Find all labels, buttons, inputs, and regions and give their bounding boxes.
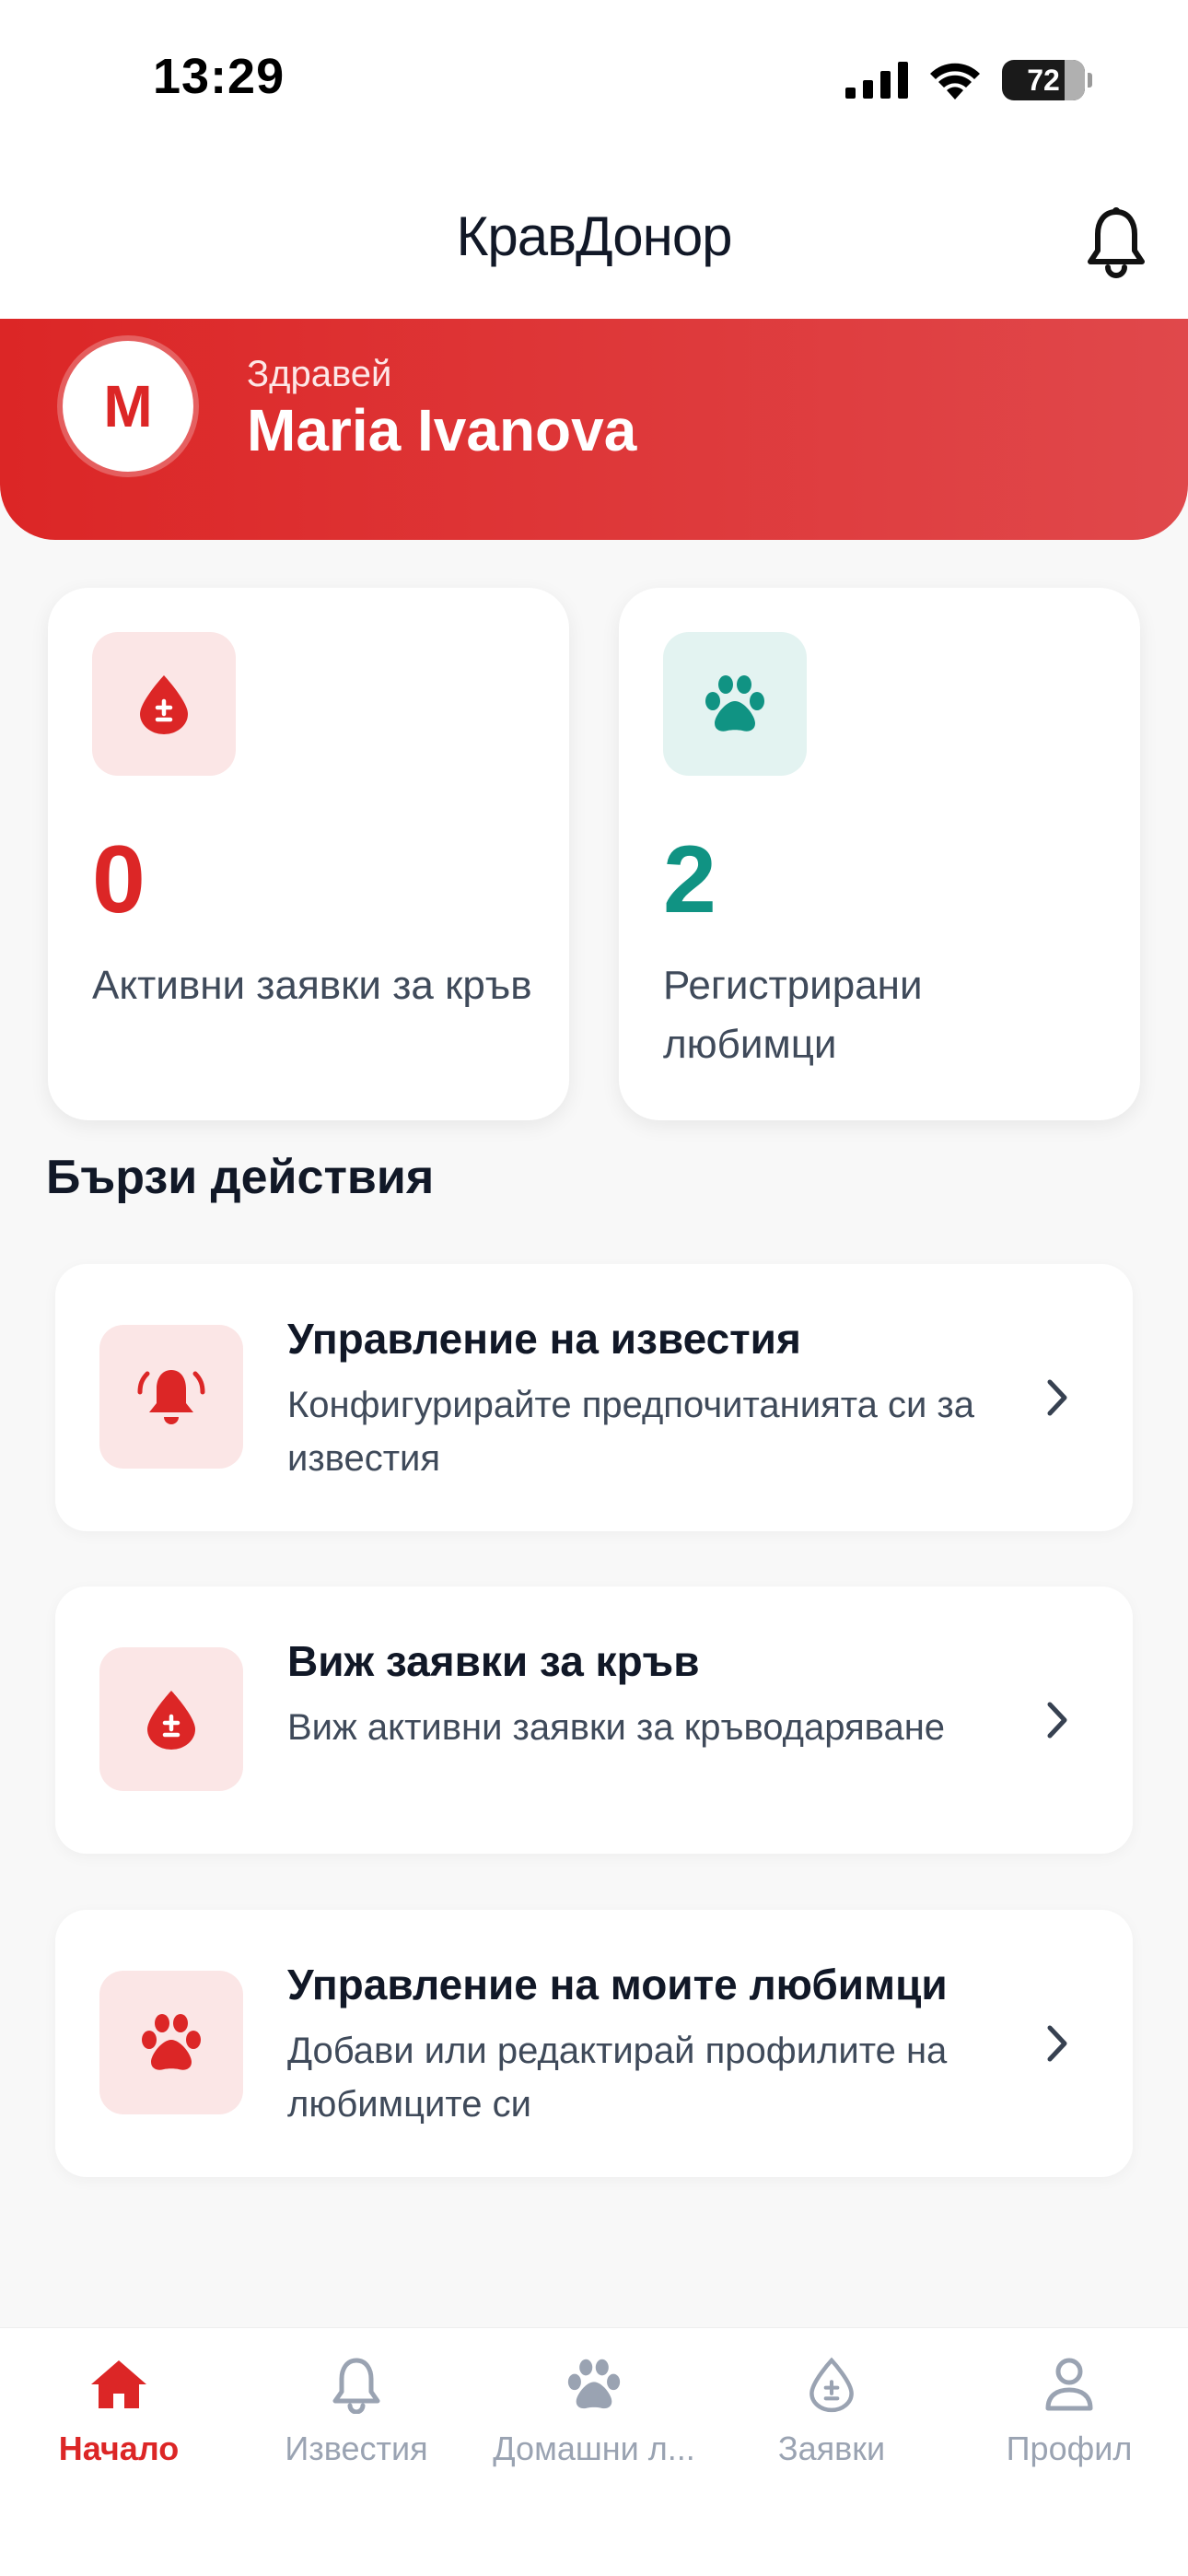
nav-label: Профил <box>1006 2430 1133 2467</box>
nav-label: Заявки <box>777 2430 886 2467</box>
chevron-right-icon <box>1047 1379 1067 1416</box>
paw-icon <box>705 675 764 732</box>
stat-label: Регистрирани любимци <box>663 963 923 1067</box>
bell-icon <box>332 2358 380 2414</box>
avatar[interactable]: M <box>63 341 193 472</box>
stat-label: Активни заявки за кръв <box>92 963 532 1008</box>
status-time: 13:29 <box>153 49 285 104</box>
nav-label: Начало <box>58 2430 180 2467</box>
stat-value: 0 <box>92 826 146 933</box>
greeting-banner: M Здравей Maria Ivanova <box>0 319 1188 540</box>
action-description: Виж активни заявки за кръводаряване <box>287 1707 946 1748</box>
blood-drop-icon <box>147 1691 195 1750</box>
battery-icon: 72 <box>1002 60 1092 100</box>
stat-card-pets[interactable]: 2 Регистрирани любимци <box>619 588 1140 1120</box>
wifi-icon <box>930 63 980 100</box>
section-title-quick-actions: Бързи действия <box>46 1151 435 1204</box>
greeting-text: Здравей <box>247 354 392 394</box>
action-title: Управление на моите любимци <box>287 1961 948 2008</box>
action-icon-container <box>99 1325 243 1469</box>
action-card-manage-pets[interactable]: Управление на моите любимци Добави или р… <box>55 1910 1133 2177</box>
blood-drop-icon <box>140 675 188 734</box>
bell-ringing-icon <box>137 1370 205 1424</box>
paw-icon <box>567 2359 621 2409</box>
notifications-button[interactable] <box>1085 206 1147 280</box>
action-title: Виж заявки за кръв <box>287 1637 700 1685</box>
status-bar: 13:29 72 <box>0 0 1188 166</box>
action-icon-container <box>99 1647 243 1791</box>
battery-level: 72 <box>1027 63 1060 97</box>
nav-label: Домашни л... <box>493 2430 695 2467</box>
action-description: Конфигурирайте предпочитанията си за изв… <box>287 1385 974 1479</box>
user-icon <box>1045 2358 1093 2411</box>
chevron-right-icon <box>1047 1702 1067 1739</box>
stat-icon-container <box>92 632 236 776</box>
action-card-manage-notifications[interactable]: Управление на известия Конфигурирайте пр… <box>55 1264 1133 1531</box>
signal-icon <box>845 62 908 99</box>
bottom-nav: Начало Известия Домашни л... Заявки Проф… <box>0 2327 1188 2576</box>
action-icon-container <box>99 1971 243 2114</box>
home-icon <box>91 2360 146 2408</box>
blood-drop-icon <box>809 2357 854 2413</box>
action-description: Добави или редактирай профилите на любим… <box>287 2031 948 2125</box>
app-header: КравДонор <box>0 166 1188 319</box>
chevron-right-icon <box>1047 2025 1067 2062</box>
nav-item-requests[interactable]: Заявки <box>713 2352 950 2481</box>
nav-item-profile[interactable]: Профил <box>950 2352 1188 2481</box>
stat-icon-container <box>663 632 807 776</box>
nav-item-home[interactable]: Начало <box>0 2352 238 2481</box>
stat-card-blood-requests[interactable]: 0 Активни заявки за кръв <box>48 588 569 1120</box>
nav-item-notifications[interactable]: Известия <box>238 2352 475 2481</box>
paw-icon <box>142 2014 201 2070</box>
user-name: Maria Ivanova <box>247 397 637 463</box>
bell-icon <box>1088 207 1145 278</box>
stat-value: 2 <box>663 826 716 933</box>
status-icons: 72 <box>845 57 1092 103</box>
action-title: Управление на известия <box>287 1315 801 1363</box>
app-title: КравДонор <box>456 205 732 267</box>
nav-label: Известия <box>285 2430 428 2467</box>
nav-item-pets[interactable]: Домашни л... <box>475 2352 713 2481</box>
action-card-blood-requests[interactable]: Виж заявки за кръв Виж активни заявки за… <box>55 1587 1133 1854</box>
